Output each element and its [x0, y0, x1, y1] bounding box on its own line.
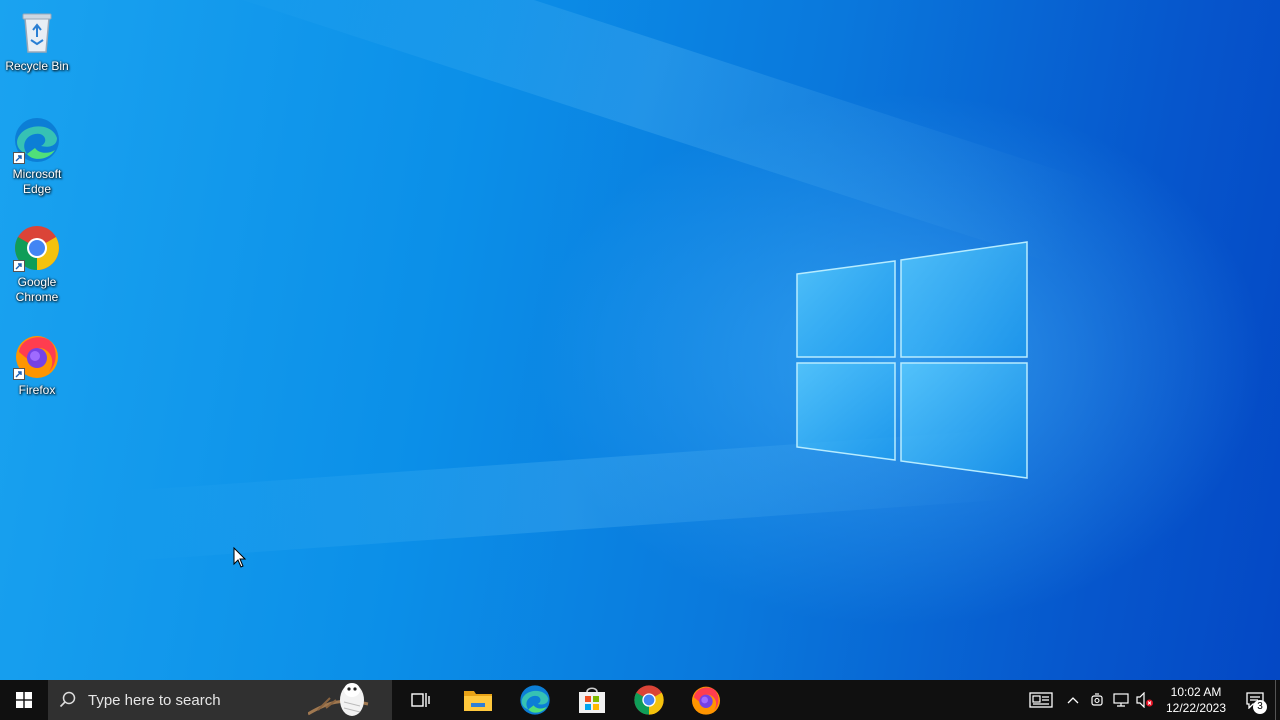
clock[interactable]: 10:02 AM 12/22/2023	[1163, 680, 1229, 720]
search-icon	[48, 680, 88, 720]
taskbar-firefox[interactable]	[677, 680, 734, 720]
chrome-icon	[633, 685, 664, 715]
file-explorer-icon	[463, 691, 492, 711]
task-view-icon	[410, 693, 430, 707]
desktop-icon-label: Firefox	[18, 383, 56, 397]
news-icon	[1029, 692, 1053, 708]
edge-icon	[519, 685, 550, 715]
news-and-interests-button[interactable]	[1021, 680, 1061, 720]
device-icon	[1091, 693, 1103, 706]
recycle-bin-icon	[22, 13, 52, 53]
taskbar: Type here to search 10:02 AM 12/22/2023 …	[0, 680, 1280, 720]
show-hidden-icons-button[interactable]	[1061, 680, 1085, 720]
taskbar-microsoft-store[interactable]	[563, 680, 620, 720]
action-center-button[interactable]: 3	[1235, 680, 1275, 720]
task-view-button[interactable]	[392, 680, 449, 720]
notification-count-badge: 3	[1253, 700, 1267, 714]
chevron-up-icon	[1067, 697, 1079, 704]
search-box[interactable]: Type here to search	[48, 680, 392, 720]
show-desktop-button[interactable]	[1275, 680, 1280, 720]
desktop-icon-label: Google Chrome	[15, 275, 59, 304]
shortcut-arrow-icon	[13, 260, 25, 272]
desktop-icon-microsoft-edge[interactable]: Microsoft Edge	[2, 116, 72, 197]
shortcut-arrow-icon	[13, 152, 25, 164]
firefox-icon	[691, 686, 720, 715]
shortcut-arrow-icon	[13, 368, 25, 380]
volume-muted-icon	[1136, 692, 1153, 708]
desktop-icon-firefox[interactable]: Firefox	[2, 332, 72, 398]
desktop-icon-recycle-bin[interactable]: Recycle Bin	[2, 8, 72, 74]
taskbar-file-explorer[interactable]	[449, 680, 506, 720]
taskbar-microsoft-edge[interactable]	[506, 680, 563, 720]
search-placeholder: Type here to search	[88, 691, 221, 709]
network-button[interactable]	[1109, 680, 1133, 720]
system-tray: 10:02 AM 12/22/2023 3	[1021, 680, 1280, 720]
store-icon	[578, 687, 605, 713]
tray-device-button[interactable]	[1085, 680, 1109, 720]
desktop-icon-label: Microsoft Edge	[12, 167, 62, 196]
clock-time: 10:02 AM	[1170, 685, 1222, 699]
desktop-icon-label: Recycle Bin	[5, 59, 69, 73]
windows-wallpaper-logo	[796, 241, 1028, 479]
search-highlight-owl-icon	[308, 683, 369, 716]
desktop-icon-google-chrome[interactable]: Google Chrome	[2, 224, 72, 305]
desktop-wallpaper: Recycle Bin Microsoft Edge Google Chrome…	[0, 0, 1280, 680]
start-button[interactable]	[0, 680, 48, 720]
taskbar-google-chrome[interactable]	[620, 680, 677, 720]
mouse-cursor-icon	[233, 547, 247, 568]
network-icon	[1113, 693, 1129, 707]
windows-logo-icon	[16, 692, 32, 708]
clock-date: 12/22/2023	[1165, 701, 1227, 715]
volume-button[interactable]	[1133, 680, 1157, 720]
